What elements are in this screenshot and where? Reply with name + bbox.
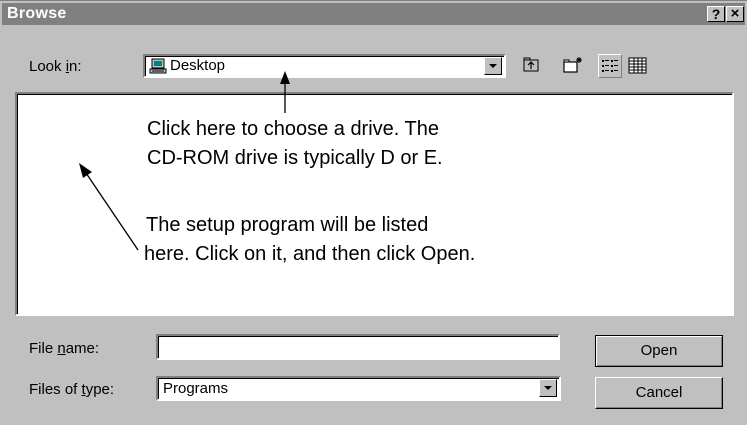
files-of-type-label: Files of type: [29,381,115,398]
list-view-icon [602,60,618,72]
new-folder-button[interactable] [562,55,586,77]
help-button[interactable]: ? [707,6,725,22]
files-of-type-dropdown[interactable]: Programs [156,376,561,401]
drive-note-line-1: Click here to choose a drive. The [147,118,440,140]
browse-dialog: Browse ? × Look in: Desktop Click here t… [0,0,747,424]
up-folder-icon [523,57,539,72]
up-one-level-button[interactable] [520,55,544,77]
close-button[interactable]: × [726,6,744,22]
cancel-button[interactable]: Cancel [595,377,723,409]
close-icon: × [730,5,740,22]
file-name-label: File name: [29,340,100,357]
help-icon: ? [711,6,721,22]
new-folder-icon [563,57,582,73]
open-button[interactable]: Open [595,335,723,367]
look-in-value: Desktop [170,57,226,74]
look-in-label: Look in: [29,58,82,75]
window-title: Browse [7,5,67,22]
setup-note-line-2: here. Click on it, and then click Open. [144,243,476,265]
files-of-type-value: Programs [163,380,229,397]
file-name-input[interactable] [156,334,560,360]
details-view-button[interactable] [626,55,650,77]
list-view-button[interactable] [598,54,622,78]
setup-note-line-1: The setup program will be listed [146,214,429,236]
drive-note-line-2: CD-ROM drive is typically D or E. [147,147,443,169]
cancel-button-label: Cancel [635,384,683,401]
desktop-icon [149,58,167,79]
open-button-label: Open [640,342,678,359]
title-bar[interactable]: Browse ? × [2,3,745,25]
look-in-dropdown[interactable]: Desktop [143,54,506,78]
look-in-dropdown-button[interactable] [484,57,502,75]
files-of-type-dropdown-button[interactable] [539,379,557,397]
details-view-icon [628,57,647,74]
